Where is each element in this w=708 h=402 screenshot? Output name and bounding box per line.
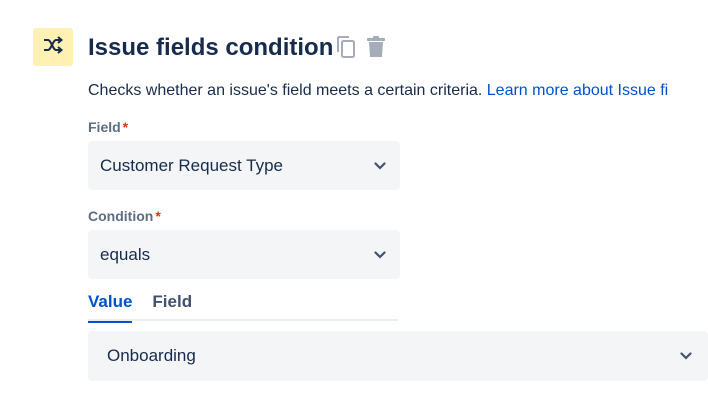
field-select-value: Customer Request Type	[100, 155, 283, 175]
field-select[interactable]: Customer Request Type	[88, 141, 400, 190]
description: Checks whether an issue's field meets a …	[88, 80, 668, 102]
field-label-text: Field	[88, 119, 121, 135]
chevron-down-icon	[678, 348, 694, 364]
condition-select-value: equals	[100, 244, 151, 264]
condition-label: Condition *	[88, 207, 161, 225]
value-select[interactable]: Onboarding	[88, 331, 708, 381]
condition-type-icon-tile	[33, 28, 73, 66]
required-marker: *	[122, 119, 129, 135]
trash-icon[interactable]	[365, 35, 387, 59]
chevron-down-icon	[372, 247, 388, 263]
description-text: Checks whether an issue's field meets a …	[88, 82, 487, 99]
value-field-tabs: Value Field	[88, 289, 398, 323]
learn-more-link[interactable]: Learn more about Issue fi	[487, 82, 668, 99]
shuffle-icon	[42, 35, 64, 59]
copy-icon[interactable]	[335, 35, 357, 59]
value-select-value: Onboarding	[107, 346, 196, 365]
condition-select[interactable]: equals	[88, 230, 400, 279]
title-actions	[335, 35, 387, 59]
chevron-down-icon	[372, 158, 388, 174]
required-marker: *	[155, 208, 161, 224]
tab-field[interactable]: Field	[152, 289, 192, 321]
tab-value[interactable]: Value	[88, 289, 133, 323]
page-title: Issue fields condition	[88, 34, 334, 61]
field-label: Field *	[88, 118, 128, 136]
condition-label-text: Condition	[88, 208, 154, 224]
